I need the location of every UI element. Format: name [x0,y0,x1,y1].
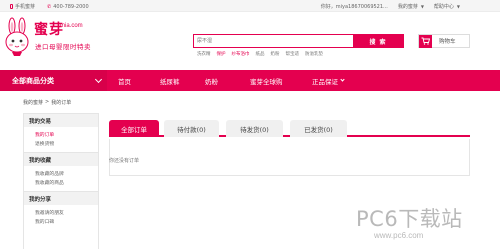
order-tabs: 全部订单 待付款(0) 待发货(0) 已发货(0) [109,118,470,137]
nav-item-guarantee-label: 正品保证 [312,77,338,86]
watermark-title: PC6下载站 [356,207,463,231]
sidebar-item-reviews[interactable]: 我的口碑 [35,217,98,226]
help-center-link[interactable]: 帮助中心 ▼ [434,3,460,10]
telephone-icon: ✆ [47,3,52,10]
nav-item-home[interactable]: 首页 [118,70,131,91]
tab-shipped[interactable]: 已发货(0) [290,120,347,137]
search-button[interactable]: 搜 索 [353,35,403,47]
empty-orders-message: 你还没有订单 [109,158,140,164]
sidebar-group-title: 我的交易 [24,114,98,127]
search-input[interactable] [194,35,353,47]
mobile-app-link[interactable]: 手机蜜芽 [10,3,35,10]
site-logo[interactable]: 蜜芽 mia.com 进口母婴限时特卖 [4,17,124,59]
mobile-app-label: 手机蜜芽 [15,4,36,10]
hotline: ✆ 400-789-2000 [47,3,89,10]
hot-word[interactable]: 纸品 [256,51,265,57]
all-categories-label: 全部商品分类 [12,76,54,85]
sidebar-item-fav-brands[interactable]: 我收藏的品牌 [35,169,98,178]
watermark: PC6下载站 www.pc6.com [356,203,463,240]
nav-item-global[interactable]: 蜜芽全球购 [250,70,283,91]
brand-domain: mia.com [60,23,83,29]
brand-slogan: 进口母婴限时特卖 [35,43,91,51]
mobile-phone-icon [10,4,13,9]
hot-word[interactable]: 奶粉 [271,51,280,57]
sidebar-item-my-orders[interactable]: 我的订单 [35,130,98,139]
chevron-down-icon [340,77,345,82]
cart-label: 购物车 [439,39,456,45]
hot-word[interactable]: 洗衣精 [197,51,211,57]
my-miya-link[interactable]: 我的蜜芽 ▼ [398,3,424,10]
bunny-mascot-icon [5,17,29,56]
chevron-down-icon: ▼ [456,4,460,9]
sidebar-group-trade: 我的交易 我的订单 退换货物 [24,114,98,153]
hot-search-words: 洗衣精 保护 纱布浴巾 纸品 奶粉 帮宝适 防溢乳垫 [197,51,323,57]
breadcrumb-separator: > [45,99,50,105]
breadcrumb: 我的蜜芽 > 我的订单 [23,99,71,106]
main-nav: 全部商品分类 首页 纸尿裤 奶粉 蜜芽全球购 正品保证 [0,70,500,91]
hot-word[interactable]: 纱布浴巾 [232,51,250,57]
tab-pending-payment[interactable]: 待付款(0) [164,120,219,137]
hot-word[interactable]: 帮宝适 [286,51,300,57]
nav-item-formula[interactable]: 奶粉 [205,70,218,91]
all-categories-menu[interactable]: 全部商品分类 [0,70,107,91]
user-greeting[interactable]: 你好，miya18670069521... [321,3,388,10]
help-center-label: 帮助中心 [433,4,454,10]
tab-pending-shipment[interactable]: 待发货(0) [226,120,283,137]
cart-button[interactable]: 购物车 [418,34,470,48]
hot-word[interactable]: 防溢乳垫 [305,51,323,57]
brand-name: 蜜芽 [34,22,64,38]
sidebar-group-share: 我的分享 我邀请的朋友 我的口碑 [24,192,98,230]
sidebar-group-title: 我的收藏 [24,153,98,166]
nav-item-diapers[interactable]: 纸尿裤 [160,70,180,91]
search-bar: 搜 索 [193,34,404,48]
sidebar-group-favorites: 我的收藏 我收藏的品牌 我收藏的商品 [24,153,98,192]
hot-word[interactable]: 保护 [217,51,226,57]
orders-panel [109,139,470,176]
cart-icon [419,34,432,48]
chevron-down-icon: ▼ [420,4,424,9]
breadcrumb-home[interactable]: 我的蜜芽 [23,99,43,106]
hotline-number: 400-789-2000 [53,3,89,10]
account-sidebar: 我的交易 我的订单 退换货物 我的收藏 我收藏的品牌 我收藏的商品 我的分享 我… [23,113,99,249]
breadcrumb-current: 我的订单 [51,100,72,106]
chevron-down-icon [94,75,103,84]
sidebar-item-invited-friends[interactable]: 我邀请的朋友 [35,208,98,217]
nav-item-guarantee[interactable]: 正品保证 [312,70,345,91]
top-utility-bar: 手机蜜芽 ✆ 400-789-2000 你好，miya18670069521..… [0,0,500,12]
sidebar-item-returns[interactable]: 退换货物 [35,139,98,148]
my-miya-label: 我的蜜芽 [397,4,418,10]
sidebar-item-fav-products[interactable]: 我收藏的商品 [35,178,98,187]
tab-all-orders[interactable]: 全部订单 [109,120,159,137]
sidebar-group-title: 我的分享 [24,192,98,205]
